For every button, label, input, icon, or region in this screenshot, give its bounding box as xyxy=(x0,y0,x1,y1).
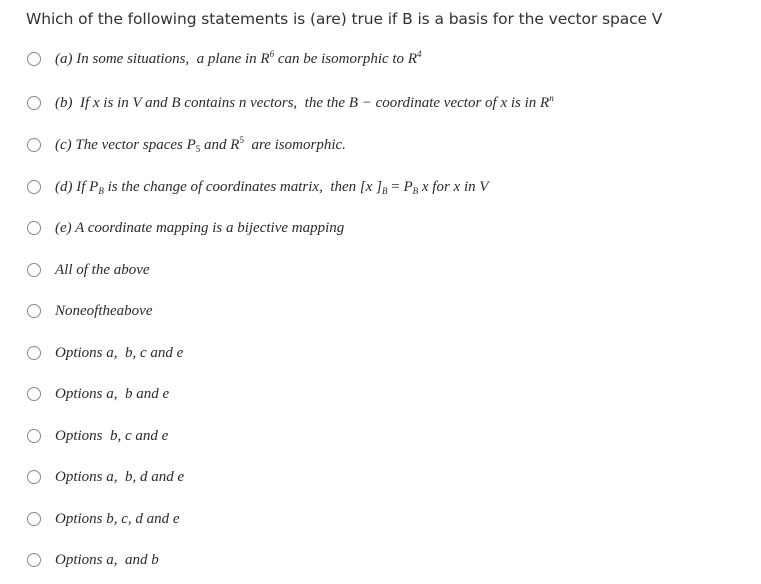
option-text: is the change of coordinates matrix, the… xyxy=(103,178,382,195)
option-label: (d) If PB is the change of coordinates m… xyxy=(55,179,489,196)
radio-button[interactable] xyxy=(27,387,41,401)
option-text: (a) In some situations, a plane in xyxy=(55,50,261,67)
option-label: Options b, c, d and e xyxy=(55,510,180,527)
option-text: and xyxy=(200,136,231,153)
superscript: n xyxy=(549,92,554,103)
option-a-b-c-e[interactable]: Options a, b, c and e xyxy=(27,342,183,364)
option-a-b[interactable]: Options a, and b xyxy=(27,549,159,571)
math-symbol: R xyxy=(260,50,270,67)
radio-button[interactable] xyxy=(27,470,41,484)
radio-button[interactable] xyxy=(27,180,41,194)
radio-button[interactable] xyxy=(27,263,41,277)
option-b-c-e[interactable]: Options b, c and e xyxy=(27,425,168,447)
superscript: 4 xyxy=(416,48,422,59)
option-b[interactable]: (b) If x is in V and B contains n vector… xyxy=(27,92,554,114)
math-symbol: P xyxy=(186,136,196,153)
equals-sign: = xyxy=(387,178,404,195)
option-e[interactable]: (e) A coordinate mapping is a bijective … xyxy=(27,217,344,239)
option-label: Options b, c and e xyxy=(55,427,169,444)
option-all-of-the-above[interactable]: All of the above xyxy=(27,259,150,281)
radio-button[interactable] xyxy=(27,429,41,443)
option-text: (c) The vector spaces xyxy=(55,136,187,153)
option-b-c-d-e[interactable]: Options b, c, d and e xyxy=(27,508,180,530)
option-a[interactable]: (a) In some situations, a plane in R6 ca… xyxy=(27,48,421,70)
radio-button[interactable] xyxy=(27,512,41,526)
option-label: (c) The vector spaces P5 and R5 are isom… xyxy=(55,135,346,154)
radio-button[interactable] xyxy=(27,553,41,567)
option-text: can be isomorphic to xyxy=(274,50,408,67)
option-a-b-d-e[interactable]: Options a, b, d and e xyxy=(27,466,184,488)
option-label: Options a, b, d and e xyxy=(55,468,185,485)
option-text: x for x in V xyxy=(418,178,489,195)
option-text: (d) If xyxy=(55,178,90,195)
option-label: All of the above xyxy=(55,261,150,278)
radio-button[interactable] xyxy=(27,96,41,110)
option-label: (a) In some situations, a plane in R6 ca… xyxy=(55,48,422,68)
option-c[interactable]: (c) The vector spaces P5 and R5 are isom… xyxy=(27,134,346,156)
option-text: are isomorphic. xyxy=(243,136,346,153)
radio-button[interactable] xyxy=(27,138,41,152)
option-text: (b) If x is in V and B contains n vector… xyxy=(55,94,541,111)
radio-button[interactable] xyxy=(27,346,41,360)
option-label: (b) If x is in V and B contains n vector… xyxy=(55,92,554,112)
option-label: Noneoftheabove xyxy=(55,302,153,319)
option-label: (e) A coordinate mapping is a bijective … xyxy=(55,219,345,236)
math-symbol: R xyxy=(407,50,417,67)
option-label: Options a, b, c and e xyxy=(55,344,184,361)
question-text: Which of the following statements is (ar… xyxy=(26,10,663,28)
option-a-b-e[interactable]: Options a, b and e xyxy=(27,383,169,405)
radio-button[interactable] xyxy=(27,304,41,318)
math-symbol: P xyxy=(89,178,99,195)
math-symbol: R xyxy=(540,94,550,111)
option-label: Options a, b and e xyxy=(55,385,170,402)
option-d[interactable]: (d) If PB is the change of coordinates m… xyxy=(27,176,489,198)
radio-button[interactable] xyxy=(27,52,41,66)
math-symbol: P xyxy=(403,178,413,195)
option-label: Options a, and b xyxy=(55,551,159,568)
option-none-of-the-above[interactable]: Noneoftheabove xyxy=(27,300,152,322)
radio-button[interactable] xyxy=(27,221,41,235)
